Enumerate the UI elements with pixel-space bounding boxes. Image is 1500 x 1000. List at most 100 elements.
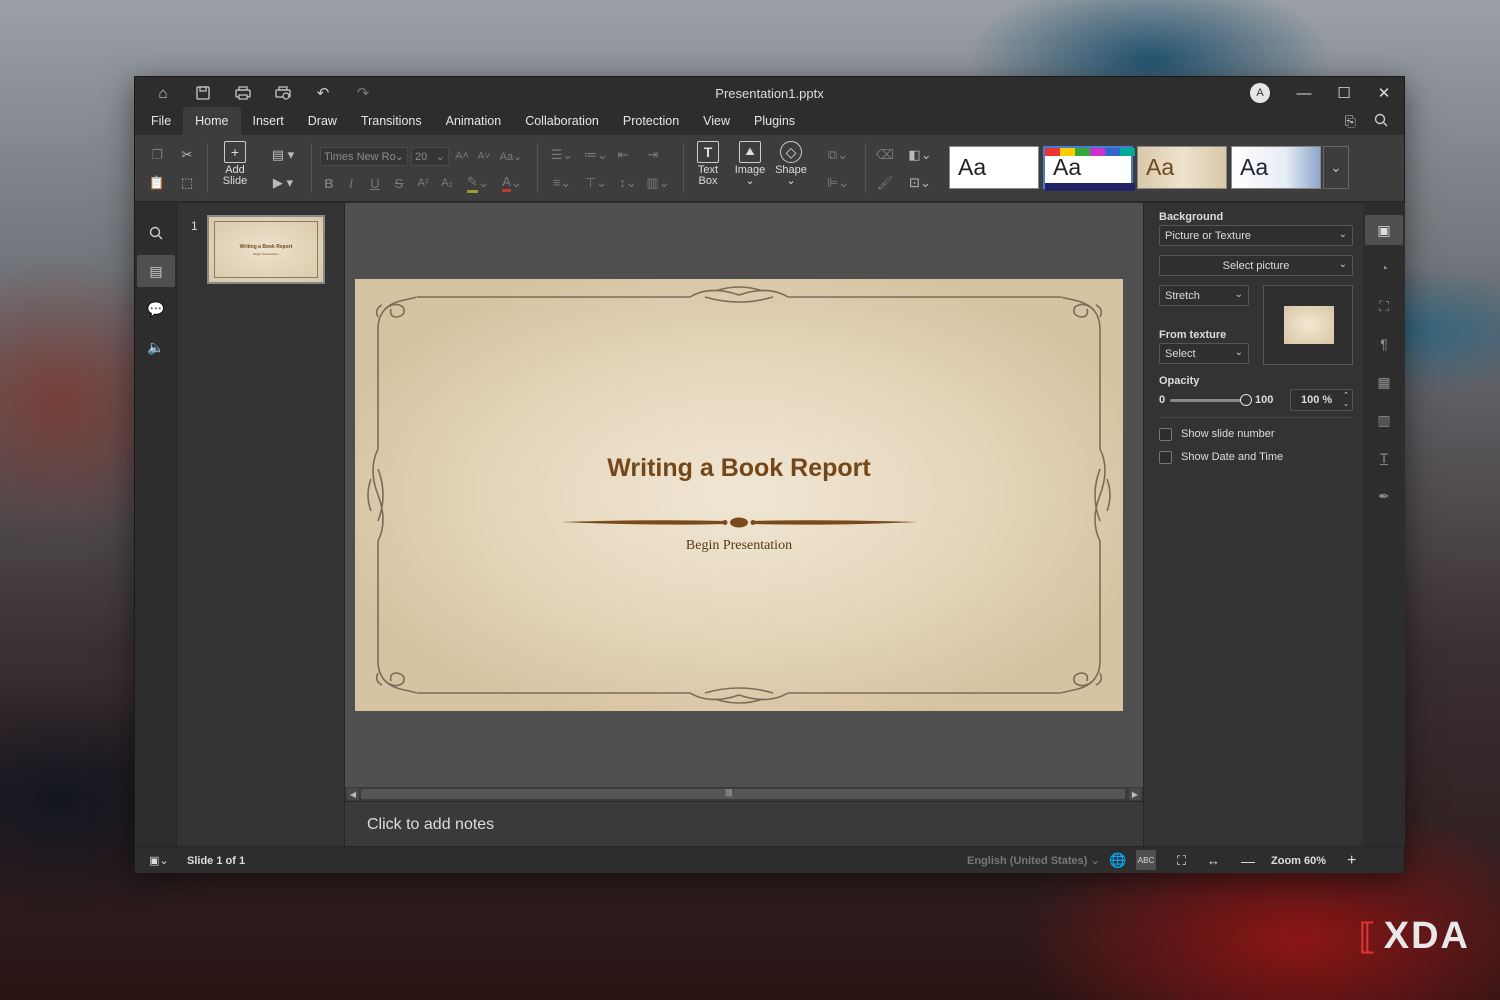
zoom-level[interactable]: Zoom 60%: [1271, 847, 1326, 874]
paste-icon[interactable]: 📋: [147, 173, 167, 193]
shape-settings-icon[interactable]: ◔: [1365, 253, 1403, 283]
audio-icon[interactable]: 🔈: [137, 331, 175, 363]
paragraph-settings-icon[interactable]: ¶: [1365, 329, 1403, 359]
change-layout-icon[interactable]: ◧⌄: [905, 145, 935, 165]
table-settings-icon[interactable]: ▦: [1365, 367, 1403, 397]
align-icon[interactable]: ≡⌄: [547, 173, 577, 193]
quick-print-icon[interactable]: [263, 77, 303, 109]
signature-settings-icon[interactable]: ✒: [1365, 481, 1403, 511]
opacity-slider-knob[interactable]: [1240, 394, 1252, 406]
minimize-icon[interactable]: —: [1284, 77, 1324, 109]
theme-colorful[interactable]: Aa: [1043, 146, 1135, 191]
show-date-time-checkbox[interactable]: [1159, 451, 1172, 464]
numbering-icon[interactable]: ≔⌄: [581, 145, 611, 165]
vertical-align-icon[interactable]: ⊤⌄: [581, 173, 611, 193]
add-slide-button[interactable]: + Add Slide: [217, 141, 253, 187]
chart-settings-icon[interactable]: ▥: [1365, 405, 1403, 435]
texture-select[interactable]: Select ⌄: [1159, 343, 1249, 364]
start-slideshow-icon[interactable]: ▶ ▾: [267, 173, 299, 193]
text-box-button[interactable]: T Text Box: [693, 141, 723, 187]
bullets-icon[interactable]: ☰⌄: [547, 145, 577, 165]
scroll-right-icon[interactable]: ▶: [1129, 788, 1141, 800]
highlight-icon[interactable]: ✎ ⌄: [463, 173, 493, 193]
slide-thumbnail[interactable]: Writing a Book Report Begin Presentation: [207, 215, 325, 284]
menu-file[interactable]: File: [139, 107, 183, 135]
search-icon[interactable]: [1374, 113, 1388, 130]
font-name-select[interactable]: Times New Ro ⌄: [320, 147, 408, 166]
stretch-select[interactable]: Stretch ⌄: [1159, 285, 1249, 306]
slideshow-start-icon[interactable]: ▣⌄: [149, 847, 169, 874]
user-avatar[interactable]: A: [1250, 83, 1270, 103]
language-select[interactable]: English (United States) ⌄: [967, 847, 1100, 874]
menu-protection[interactable]: Protection: [611, 107, 691, 135]
superscript-icon[interactable]: A²: [415, 173, 431, 193]
underline-icon[interactable]: U: [367, 173, 383, 193]
zoom-in-icon[interactable]: +: [1347, 847, 1356, 874]
align-objects-icon[interactable]: ⊫⌄: [823, 173, 853, 193]
slide-title[interactable]: Writing a Book Report: [355, 454, 1123, 483]
opacity-slider[interactable]: [1170, 394, 1252, 406]
horizontal-scrollbar[interactable]: ◀ |||||| ▶: [345, 787, 1143, 801]
scroll-grip-icon[interactable]: ||||||: [725, 788, 733, 797]
subscript-icon[interactable]: A₂: [439, 173, 455, 193]
select-all-icon[interactable]: ⬚: [177, 173, 197, 193]
zoom-out-icon[interactable]: —: [1241, 847, 1255, 874]
slide-size-icon[interactable]: ⊡⌄: [905, 173, 935, 193]
change-case-icon[interactable]: Aa⌄: [497, 146, 525, 166]
shape-button[interactable]: ◇ Shape ⌄: [773, 141, 809, 187]
slides-panel-icon[interactable]: ▤: [137, 255, 175, 287]
copy-icon[interactable]: ❐: [147, 145, 167, 165]
font-size-select[interactable]: 20 ⌄: [411, 147, 449, 166]
print-icon[interactable]: [223, 77, 263, 109]
save-icon[interactable]: [183, 77, 223, 109]
spinner-icon[interactable]: ⌃ ⌄: [1343, 391, 1349, 409]
slide-canvas[interactable]: Writing a Book Report Begin Presentation: [355, 279, 1123, 711]
menu-plugins[interactable]: Plugins: [742, 107, 807, 135]
scroll-left-icon[interactable]: ◀: [347, 788, 359, 800]
maximize-icon[interactable]: ☐: [1324, 77, 1364, 109]
themes-expand-icon[interactable]: ⌄: [1323, 146, 1349, 189]
columns-icon[interactable]: ▥⌄: [643, 173, 673, 193]
arrange-icon[interactable]: ⧉⌄: [823, 145, 853, 165]
notes-pane[interactable]: Click to add notes: [345, 801, 1143, 846]
fill-type-select[interactable]: Picture or Texture ⌄: [1159, 225, 1353, 246]
theme-blank[interactable]: Aa: [949, 146, 1039, 189]
cut-icon[interactable]: ✂: [177, 145, 197, 165]
spellcheck-icon[interactable]: ABC: [1136, 850, 1156, 870]
find-icon[interactable]: [137, 217, 175, 249]
menu-collaboration[interactable]: Collaboration: [513, 107, 611, 135]
menu-home[interactable]: Home: [183, 107, 241, 135]
image-settings-icon[interactable]: ⛶: [1365, 291, 1403, 321]
redo-icon[interactable]: ↷: [343, 77, 383, 109]
slide-subtitle[interactable]: Begin Presentation: [355, 538, 1123, 554]
line-spacing-icon[interactable]: ↕⌄: [613, 173, 643, 193]
notes-placeholder[interactable]: Click to add notes: [367, 816, 494, 834]
font-color-icon[interactable]: A ⌄: [497, 173, 527, 193]
slide-layout-icon[interactable]: ▤ ▾: [267, 145, 299, 165]
theme-parchment[interactable]: Aa: [1137, 146, 1227, 189]
menu-view[interactable]: View: [691, 107, 742, 135]
image-button[interactable]: ⛰ Image ⌄: [733, 141, 767, 187]
fit-width-icon[interactable]: ↔: [1207, 847, 1220, 874]
show-slide-number-checkbox[interactable]: [1159, 428, 1172, 441]
increase-indent-icon[interactable]: ⇥: [643, 145, 663, 165]
open-file-location-icon[interactable]: ⎘: [1345, 113, 1356, 130]
home-icon[interactable]: ⌂: [143, 77, 183, 109]
slide-settings-icon[interactable]: ▣: [1365, 215, 1403, 245]
italic-icon[interactable]: I: [343, 173, 359, 193]
bold-icon[interactable]: B: [321, 173, 337, 193]
theme-blue[interactable]: Aa: [1231, 146, 1321, 189]
close-icon[interactable]: ✕: [1364, 77, 1404, 109]
decrease-indent-icon[interactable]: ⇤: [613, 145, 633, 165]
copy-style-icon[interactable]: 🖌: [875, 173, 895, 193]
menu-transitions[interactable]: Transitions: [349, 107, 434, 135]
text-art-settings-icon[interactable]: T̲: [1365, 443, 1403, 473]
menu-draw[interactable]: Draw: [296, 107, 349, 135]
undo-icon[interactable]: ↶: [303, 77, 343, 109]
select-picture-button[interactable]: Select picture ⌄: [1159, 255, 1353, 276]
language-globe-icon[interactable]: 🌐: [1109, 847, 1126, 874]
fit-slide-icon[interactable]: ⛶: [1177, 847, 1186, 874]
strikethrough-icon[interactable]: S: [391, 173, 407, 193]
decrease-font-icon[interactable]: A˅: [475, 146, 493, 166]
opacity-input[interactable]: 100 % ⌃ ⌄: [1290, 389, 1353, 411]
